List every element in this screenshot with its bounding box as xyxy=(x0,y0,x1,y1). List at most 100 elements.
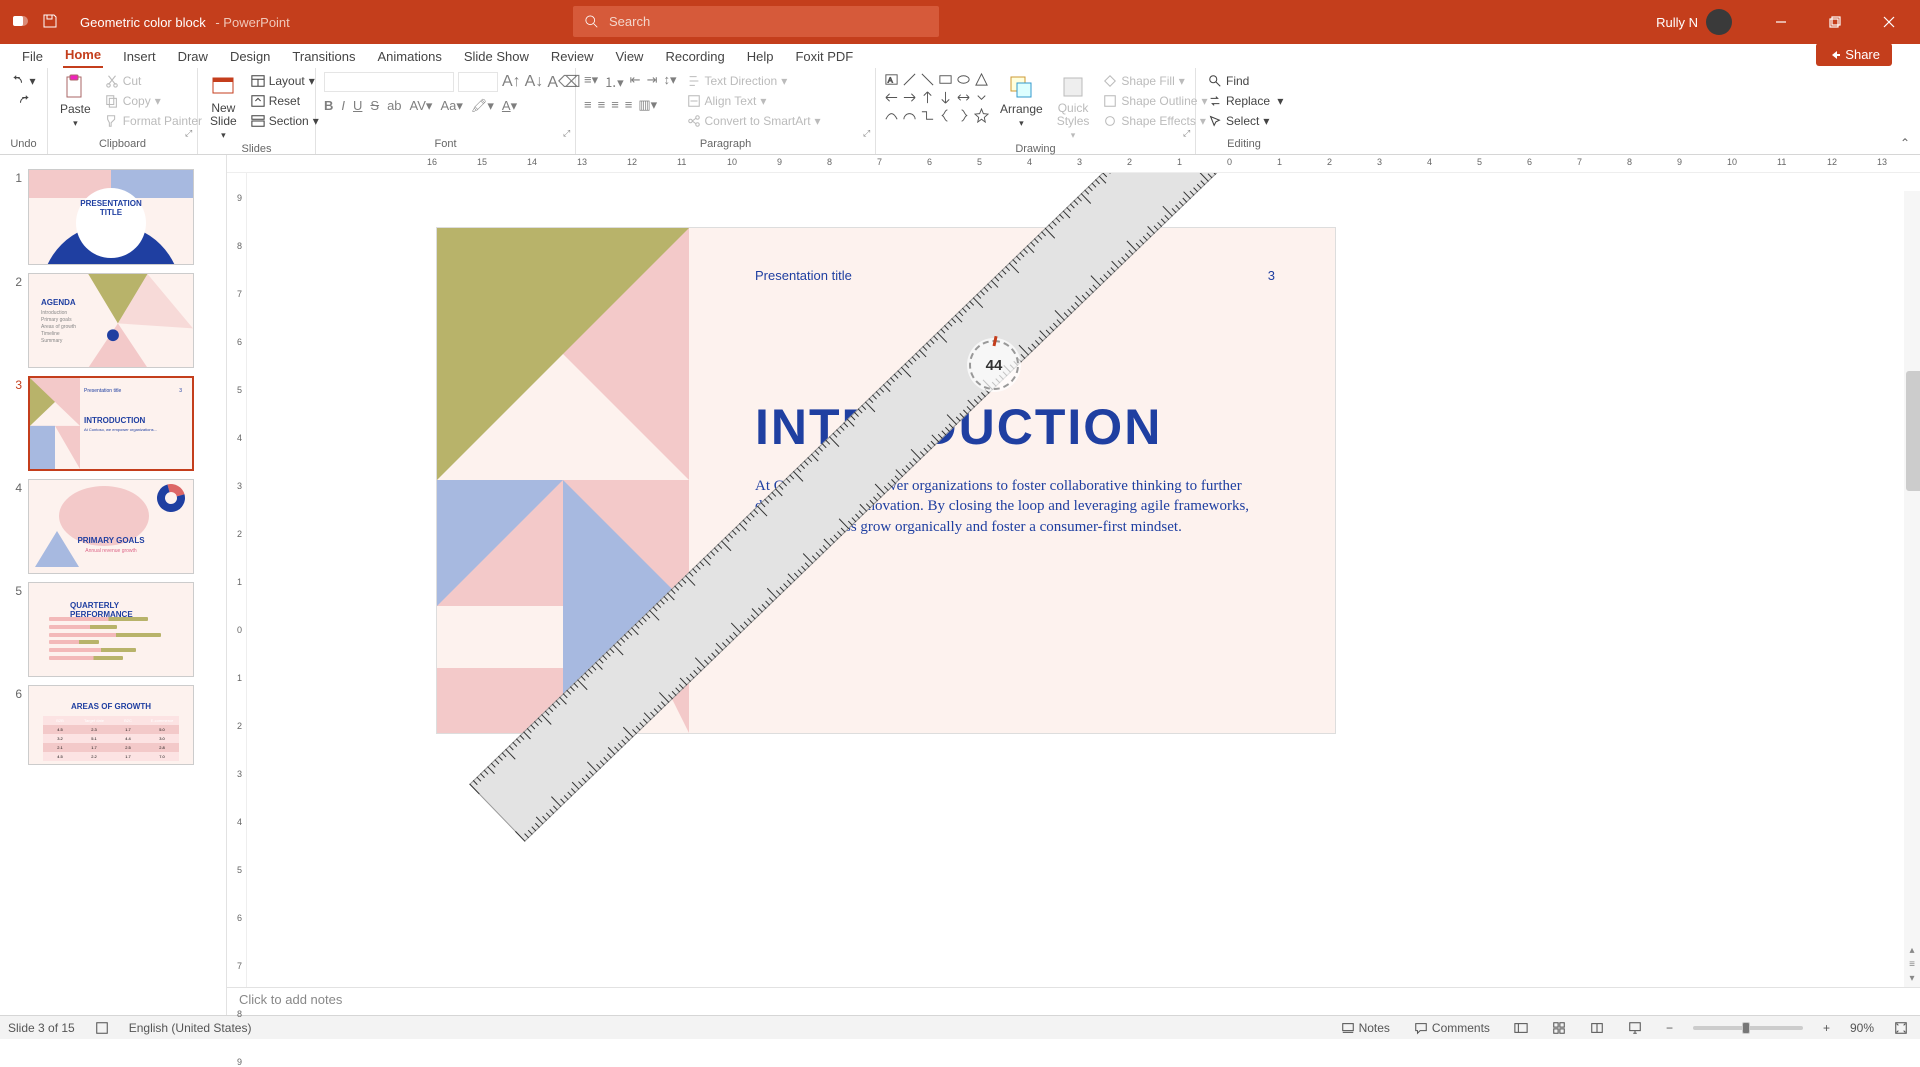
shape-fill-button: Shape Fill ▾ xyxy=(1099,72,1211,90)
slideshow-view-button[interactable] xyxy=(1624,1021,1646,1035)
paste-button[interactable]: Paste▾ xyxy=(56,72,95,131)
tab-transitions[interactable]: Transitions xyxy=(290,45,357,68)
clipboard-launcher[interactable]: ⤢ xyxy=(185,128,195,138)
tab-home[interactable]: Home xyxy=(63,43,103,68)
justify-button: ≡ xyxy=(625,97,633,113)
thumb-number: 3 xyxy=(8,376,22,471)
vertical-scrollbar[interactable]: ▴ ≡ ▾ xyxy=(1904,191,1920,987)
tab-view[interactable]: View xyxy=(614,45,646,68)
next-slide-button[interactable]: ▾ xyxy=(1906,973,1918,985)
zoom-slider[interactable] xyxy=(1693,1026,1803,1030)
align-right-button: ≡ xyxy=(611,97,619,113)
paragraph-launcher[interactable]: ⤢ xyxy=(863,128,873,138)
slide-nav-icon[interactable]: ≡ xyxy=(1906,959,1918,971)
reading-view-button[interactable] xyxy=(1586,1021,1608,1035)
slide-thumbnail-3[interactable]: Presentation title 3 INTRODUCTION At Con… xyxy=(28,376,194,471)
slide-header: Presentation title xyxy=(755,268,852,283)
tab-file[interactable]: File xyxy=(20,45,45,68)
shape-effects-button: Shape Effects ▾ xyxy=(1099,112,1211,130)
tab-slideshow[interactable]: Slide Show xyxy=(462,45,531,68)
group-undo-label: Undo xyxy=(8,138,39,152)
language-status[interactable]: English (United States) xyxy=(129,1021,252,1035)
underline-button: U xyxy=(353,98,362,114)
tab-design[interactable]: Design xyxy=(228,45,272,68)
prev-slide-button[interactable]: ▴ xyxy=(1906,945,1918,957)
shape-outline-button: Shape Outline ▾ xyxy=(1099,92,1211,110)
notes-toggle[interactable]: Notes xyxy=(1337,1021,1394,1035)
app-icon xyxy=(12,13,28,32)
thumb-number: 1 xyxy=(8,169,22,265)
shapes-gallery[interactable]: A xyxy=(884,72,990,124)
close-button[interactable] xyxy=(1866,0,1912,44)
zoom-in-button[interactable]: + xyxy=(1819,1021,1834,1035)
redo-button[interactable] xyxy=(13,92,35,110)
numbering-button: ⒈▾ xyxy=(604,72,624,91)
slide-counter: Slide 3 of 15 xyxy=(8,1021,75,1035)
save-icon[interactable] xyxy=(42,13,58,32)
bold-button: B xyxy=(324,98,333,114)
zoom-out-button[interactable]: − xyxy=(1662,1021,1677,1035)
svg-text:A: A xyxy=(888,75,893,84)
arrow-lr-icon xyxy=(956,90,971,105)
slide-thumbnail-2[interactable]: AGENDA IntroductionPrimary goalsAreas of… xyxy=(28,273,194,368)
slide-page-number: 3 xyxy=(1268,268,1275,283)
search-icon xyxy=(585,15,599,29)
cut-button: Cut xyxy=(101,72,206,90)
arrow-d-icon xyxy=(938,90,953,105)
tab-review[interactable]: Review xyxy=(549,45,596,68)
ribbon-collapse-button[interactable]: ⌃ xyxy=(1900,136,1910,150)
triangle-shape-icon xyxy=(974,72,989,87)
tab-help[interactable]: Help xyxy=(745,45,776,68)
drawing-launcher[interactable]: ⤢ xyxy=(1183,128,1193,138)
tab-foxitpdf[interactable]: Foxit PDF xyxy=(793,45,855,68)
user-account[interactable]: Rully N xyxy=(1656,9,1732,35)
arrange-button[interactable]: Arrange▾ xyxy=(996,72,1047,131)
tab-draw[interactable]: Draw xyxy=(176,45,210,68)
slide-thumbnail-1[interactable]: PRESENTATION TITLE xyxy=(28,169,194,265)
normal-view-button[interactable] xyxy=(1510,1021,1532,1035)
oval-shape-icon xyxy=(956,72,971,87)
reset-button[interactable]: Reset xyxy=(247,92,323,110)
fit-to-window-button[interactable] xyxy=(1890,1021,1912,1035)
slide-thumbnail-6[interactable]: AREAS OF GROWTH B2BTarget dateB2CE-comme… xyxy=(28,685,194,765)
group-editing-label: Editing xyxy=(1204,138,1284,152)
select-button[interactable]: Select ▾ xyxy=(1204,112,1287,130)
notes-pane[interactable]: Click to add notes xyxy=(227,987,1920,1015)
accessibility-icon[interactable] xyxy=(91,1021,113,1035)
share-button[interactable]: Share xyxy=(1816,43,1892,66)
shadow-button: ab xyxy=(387,98,401,114)
font-color-button: A▾ xyxy=(502,98,517,114)
tab-animations[interactable]: Animations xyxy=(376,45,444,68)
share-icon xyxy=(1828,49,1840,61)
title-bar: Geometric color block - PowerPoint Searc… xyxy=(0,0,1920,44)
group-font-label: Font xyxy=(324,138,567,152)
layout-button[interactable]: Layout ▾ xyxy=(247,72,323,90)
increase-font-icon: A↑ xyxy=(502,73,521,91)
section-button[interactable]: Section ▾ xyxy=(247,112,323,130)
restore-button[interactable] xyxy=(1812,0,1858,44)
comments-toggle[interactable]: Comments xyxy=(1410,1021,1494,1035)
new-slide-button[interactable]: New Slide▾ xyxy=(206,72,241,143)
columns-button: ▥▾ xyxy=(638,97,657,113)
replace-button[interactable]: Replace ▾ xyxy=(1204,92,1287,110)
brace-l-icon xyxy=(938,108,953,123)
slide-canvas[interactable]: Presentation title 3 INTRODUCTION At Con… xyxy=(247,173,1920,987)
search-box[interactable]: Search xyxy=(573,6,939,37)
font-launcher[interactable]: ⤢ xyxy=(563,128,573,138)
tab-insert[interactable]: Insert xyxy=(121,45,158,68)
sorter-view-button[interactable] xyxy=(1548,1021,1570,1035)
line-spacing-button: ↕▾ xyxy=(663,72,676,91)
minimize-button[interactable] xyxy=(1758,0,1804,44)
zoom-level[interactable]: 90% xyxy=(1850,1021,1874,1035)
slide-thumbnail-5[interactable]: QUARTERLY PERFORMANCE xyxy=(28,582,194,677)
align-center-button: ≡ xyxy=(598,97,606,113)
thumb-number: 4 xyxy=(8,479,22,574)
ruler-rotation-handle[interactable]: 44 xyxy=(967,338,1021,392)
thumbnails-pane[interactable]: 1 PRESENTATION TITLE 2 AGENDA Introducti… xyxy=(0,155,227,1015)
find-button[interactable]: Find xyxy=(1204,72,1287,90)
slide-thumbnail-4[interactable]: PRIMARY GOALS Annual revenue growth xyxy=(28,479,194,574)
star-icon xyxy=(974,108,989,123)
more-shapes-icon xyxy=(974,90,989,105)
tab-recording[interactable]: Recording xyxy=(663,45,726,68)
undo-button[interactable]: ▾ xyxy=(7,72,39,90)
